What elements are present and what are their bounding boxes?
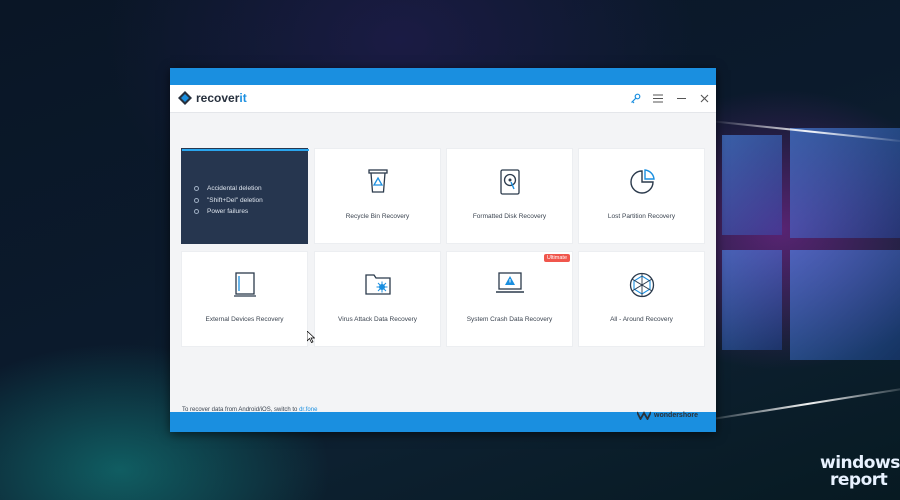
minimize-icon[interactable] bbox=[675, 92, 687, 104]
card-label: Recycle Bin Recovery bbox=[345, 213, 410, 220]
vendor-name: wondershore bbox=[654, 412, 698, 419]
android-ios-note: To recover data from Android/iOS, switch… bbox=[182, 407, 317, 413]
feature-label: Power failures bbox=[207, 208, 249, 216]
vendor-logo: wondershore bbox=[637, 411, 698, 420]
ultimate-badge: Ultimate bbox=[543, 254, 570, 262]
recoverit-logo-icon bbox=[178, 91, 192, 105]
wondershare-logo-icon bbox=[637, 411, 652, 420]
hard-disk-icon bbox=[499, 169, 520, 200]
app-name: recoverit bbox=[196, 91, 247, 105]
bullet-icon bbox=[194, 197, 199, 203]
bullet-icon bbox=[194, 209, 199, 215]
wallpaper-pane bbox=[790, 250, 900, 360]
watermark: windows report bbox=[820, 455, 900, 489]
wallpaper-pane bbox=[722, 135, 782, 235]
card-label: System Crash Data Recovery bbox=[466, 316, 553, 323]
recoverit-window: recoverit Accidental deletion "Shift+Del… bbox=[170, 68, 716, 432]
system-crash-data-recovery-card[interactable]: Ultimate System Crash Data Recovery bbox=[446, 251, 573, 347]
window-content: recoverit Accidental deletion "Shift+Del… bbox=[170, 85, 716, 420]
partition-icon bbox=[629, 169, 655, 200]
mouse-cursor-icon bbox=[307, 331, 315, 343]
external-devices-recovery-card[interactable]: External Devices Recovery bbox=[181, 251, 308, 347]
feature-label: "Shift+Del" deletion bbox=[207, 196, 263, 204]
title-bar: recoverit bbox=[170, 85, 716, 113]
wallpaper-light-beam bbox=[699, 385, 900, 422]
close-icon[interactable] bbox=[698, 92, 710, 104]
window-controls bbox=[629, 92, 710, 104]
drfone-link[interactable]: dr.fone bbox=[299, 407, 317, 413]
lost-partition-recovery-card[interactable]: Lost Partition Recovery bbox=[578, 148, 705, 244]
external-device-icon bbox=[233, 272, 256, 303]
key-icon[interactable] bbox=[629, 92, 641, 104]
feature-item: Power failures bbox=[194, 206, 263, 218]
app-name-part2: it bbox=[239, 91, 247, 105]
active-indicator bbox=[182, 149, 309, 151]
deleted-files-recovery-card[interactable]: Accidental deletion "Shift+Del" deletion… bbox=[181, 148, 309, 244]
wallpaper-pane bbox=[722, 250, 782, 350]
app-logo: recoverit bbox=[178, 91, 247, 105]
all-around-recovery-card[interactable]: All - Around Recovery bbox=[578, 251, 705, 347]
feature-label: Accidental deletion bbox=[207, 185, 262, 193]
virus-folder-icon bbox=[364, 272, 391, 301]
feature-list: Accidental deletion "Shift+Del" deletion… bbox=[194, 183, 263, 218]
watermark-line2: report bbox=[830, 470, 888, 490]
card-label: External Devices Recovery bbox=[205, 316, 284, 323]
all-around-icon bbox=[629, 272, 655, 303]
menu-icon[interactable] bbox=[652, 92, 664, 104]
wallpaper-pane bbox=[790, 128, 900, 238]
card-label: All - Around Recovery bbox=[610, 316, 673, 323]
note-text: To recover data from Android/iOS, switch… bbox=[182, 407, 300, 413]
formatted-disk-recovery-card[interactable]: Formatted Disk Recovery bbox=[446, 148, 573, 244]
app-name-part1: recover bbox=[196, 91, 240, 105]
card-label: Formatted Disk Recovery bbox=[472, 213, 547, 220]
card-label: Lost Partition Recovery bbox=[607, 213, 676, 220]
feature-item: Accidental deletion bbox=[194, 183, 263, 195]
laptop-warning-icon bbox=[495, 272, 524, 299]
recycle-bin-recovery-card[interactable]: Recycle Bin Recovery bbox=[314, 148, 441, 244]
bullet-icon bbox=[194, 186, 199, 192]
virus-attack-data-recovery-card[interactable]: Virus Attack Data Recovery bbox=[314, 251, 441, 347]
recycle-bin-icon bbox=[367, 169, 388, 198]
feature-item: "Shift+Del" deletion bbox=[194, 195, 263, 207]
card-label: Virus Attack Data Recovery bbox=[338, 316, 417, 323]
